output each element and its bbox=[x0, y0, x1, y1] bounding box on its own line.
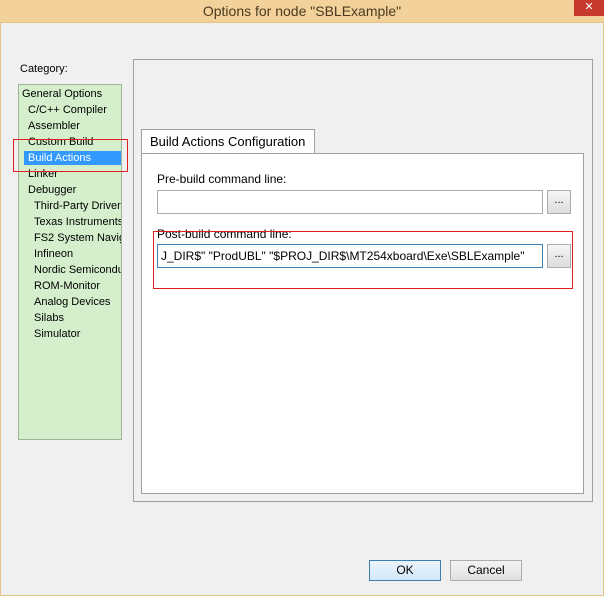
build-actions-highlight-box bbox=[13, 139, 128, 172]
category-item-silabs[interactable]: Silabs bbox=[34, 311, 64, 325]
category-item-simulator[interactable]: Simulator bbox=[34, 327, 80, 341]
window-title: Options for node "SBLExample" bbox=[202, 3, 402, 19]
pre-build-browse-button[interactable]: ... bbox=[547, 190, 571, 214]
pre-build-input[interactable] bbox=[157, 190, 543, 214]
category-item-assembler[interactable]: Assembler bbox=[28, 119, 80, 133]
category-item-c-compiler[interactable]: C/C++ Compiler bbox=[28, 103, 107, 117]
post-build-highlight-box bbox=[153, 231, 573, 289]
category-list[interactable]: General Options C/C++ Compiler Assembler… bbox=[18, 84, 122, 440]
category-item-debugger[interactable]: Debugger bbox=[28, 183, 76, 197]
ok-button[interactable]: OK bbox=[369, 560, 441, 581]
category-label: Category: bbox=[20, 63, 68, 75]
tab-build-actions-configuration[interactable]: Build Actions Configuration bbox=[141, 129, 315, 154]
pre-build-label: Pre-build command line: bbox=[157, 172, 287, 186]
category-item-texas-instruments[interactable]: Texas Instruments bbox=[34, 215, 121, 229]
category-item-infineon[interactable]: Infineon bbox=[34, 247, 73, 261]
category-item-rom-monitor[interactable]: ROM-Monitor bbox=[34, 279, 100, 293]
cancel-button[interactable]: Cancel bbox=[450, 560, 522, 581]
category-item-fs2-system-navigator[interactable]: FS2 System Navigator bbox=[34, 231, 121, 245]
title-bar: Options for node "SBLExample" ✕ bbox=[0, 0, 604, 22]
category-item-general-options[interactable]: General Options bbox=[22, 87, 102, 101]
category-item-nordic-semiconductor[interactable]: Nordic Semiconductor bbox=[34, 263, 121, 277]
category-item-third-party-driver[interactable]: Third-Party Driver bbox=[34, 199, 121, 213]
close-icon[interactable]: ✕ bbox=[574, 0, 604, 16]
category-item-analog-devices[interactable]: Analog Devices bbox=[34, 295, 110, 309]
